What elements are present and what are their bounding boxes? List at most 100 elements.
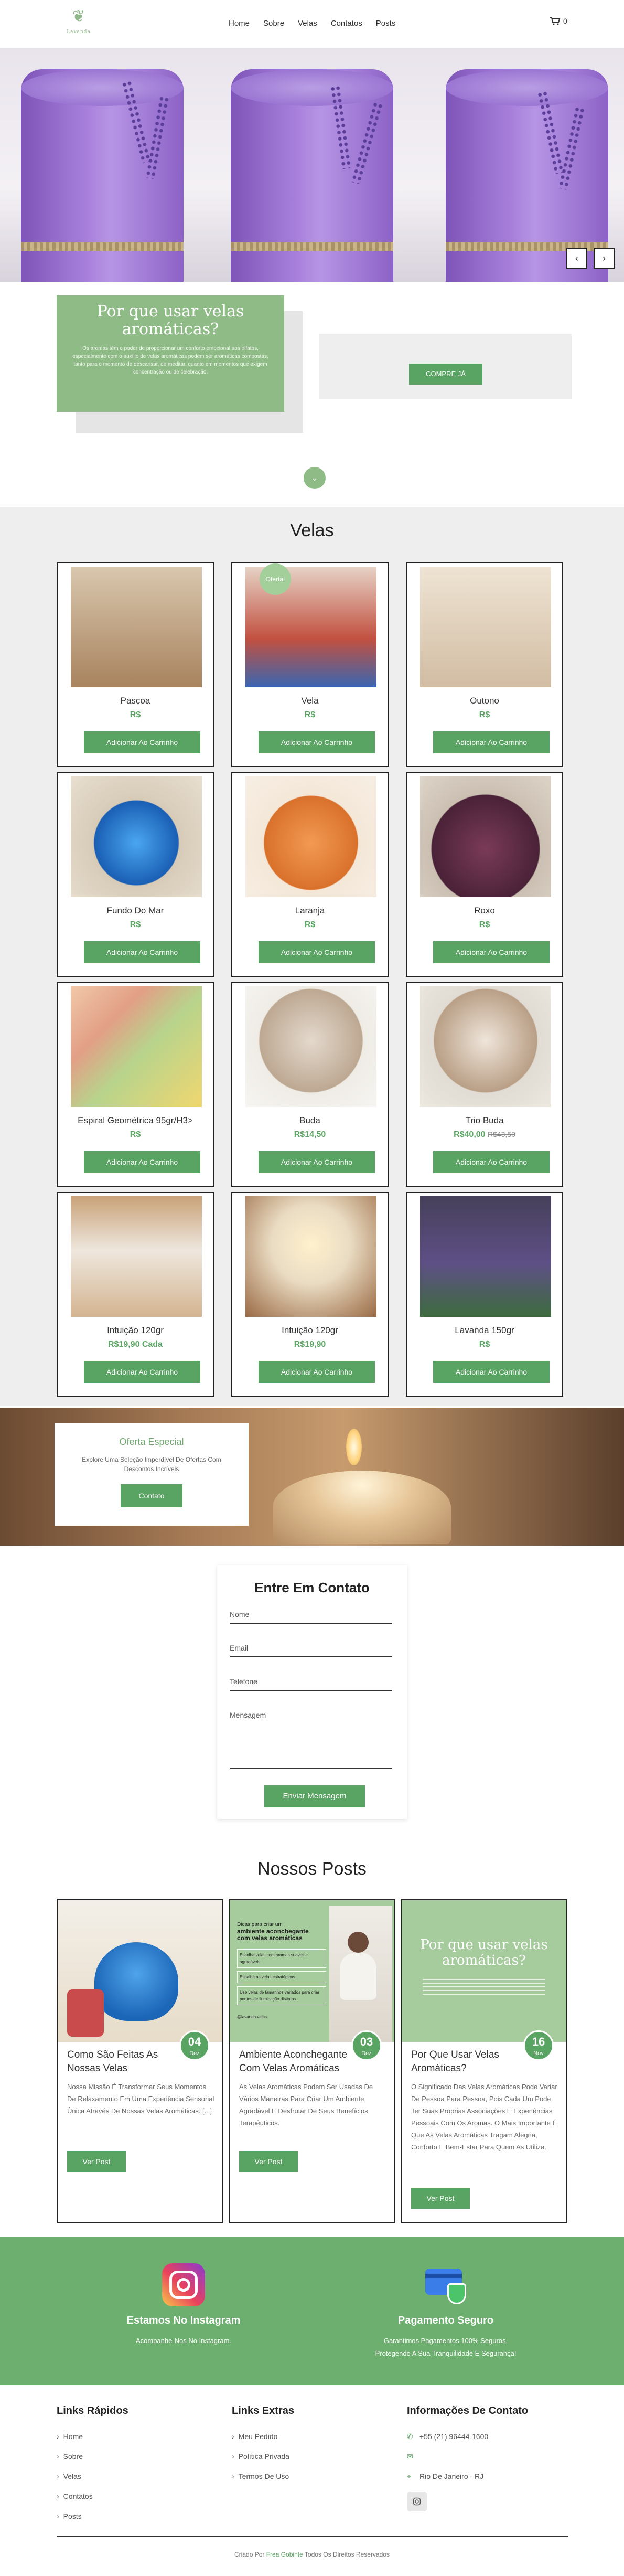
add-to-cart-button[interactable]: Adicionar Ao Carrinho	[84, 1361, 200, 1383]
product-image[interactable]	[245, 986, 376, 1107]
product-name[interactable]: Intuição 120gr	[58, 1325, 213, 1336]
product-card: Intuição 120gr R$19,90 Cada Adicionar Ao …	[57, 1192, 214, 1397]
phone-field[interactable]: Telefone	[230, 1677, 392, 1691]
product-name[interactable]: Roxo	[407, 906, 562, 916]
scroll-down-button[interactable]: ⌄	[304, 467, 326, 489]
product-image[interactable]	[71, 567, 202, 687]
intro-title: Por que usar velas aromáticas?	[96, 302, 244, 338]
footer-link-sobre[interactable]: › Sobre	[57, 2446, 128, 2466]
footer-link-home[interactable]: › Home	[57, 2426, 128, 2446]
footer-link-velas[interactable]: › Velas	[57, 2466, 128, 2486]
footer-link-politica[interactable]: › Política Privada	[232, 2446, 294, 2466]
cart-button[interactable]: 0	[550, 17, 567, 25]
footer-link-posts[interactable]: › Posts	[57, 2506, 128, 2526]
cart-icon	[550, 17, 561, 25]
footer-extra-links: Links Extras › Meu Pedido › Política Priva…	[232, 2405, 294, 2486]
footer-link-termos[interactable]: › Termos De Uso	[232, 2466, 294, 2486]
add-to-cart-button[interactable]: Adicionar Ao Carrinho	[259, 941, 375, 963]
add-to-cart-button[interactable]: Adicionar Ao Carrinho	[84, 731, 200, 753]
product-card: Oferta! Vela R$ Adicionar Ao Carrinho	[231, 562, 389, 767]
view-post-button[interactable]: Ver Post	[67, 2151, 126, 2172]
nav-posts[interactable]: Posts	[376, 19, 396, 28]
product-image[interactable]	[245, 1196, 376, 1317]
product-name[interactable]: Buda	[232, 1115, 388, 1126]
product-image[interactable]	[245, 776, 376, 897]
nav-velas[interactable]: Velas	[298, 19, 317, 28]
nav-sobre[interactable]: Sobre	[263, 19, 284, 28]
post-image[interactable]: Dicas para criar um ambiente aconchegant…	[230, 1900, 394, 2042]
hero-candle	[231, 69, 393, 282]
slider-next-button[interactable]: ›	[594, 248, 615, 269]
product-price: R$19,90	[294, 1340, 326, 1349]
product-name[interactable]: Vela	[232, 696, 388, 706]
send-message-button[interactable]: Enviar Mensagem	[264, 1785, 365, 1807]
lavender-leaf-icon: ❦	[72, 8, 85, 25]
product-image[interactable]	[420, 1196, 551, 1317]
slider-prev-button[interactable]: ‹	[566, 248, 587, 269]
product-image[interactable]	[420, 776, 551, 897]
nav-contatos[interactable]: Contatos	[331, 19, 362, 28]
main-nav: Home Sobre Velas Contatos Posts	[229, 19, 395, 28]
view-post-button[interactable]: Ver Post	[239, 2151, 298, 2172]
post-title[interactable]: Por Que Usar Velas Aromáticas?	[411, 2048, 532, 2075]
chevron-right-icon: ›	[57, 2492, 59, 2500]
author-link[interactable]: Frea Gobinte	[266, 2551, 303, 2558]
product-name[interactable]: Fundo Do Mar	[58, 906, 213, 916]
logo[interactable]: ❦ Lavanda	[62, 4, 95, 41]
add-to-cart-button[interactable]: Adicionar Ao Carrinho	[433, 731, 550, 753]
product-image[interactable]	[71, 776, 202, 897]
instagram-icon	[413, 2497, 421, 2506]
product-name[interactable]: Trio Buda	[407, 1115, 562, 1126]
offer-card: Oferta Especial Explore Uma Seleção Impe…	[55, 1423, 249, 1526]
add-to-cart-button[interactable]: Adicionar Ao Carrinho	[84, 1151, 200, 1173]
product-image[interactable]	[71, 986, 202, 1107]
product-name[interactable]: Pascoa	[58, 696, 213, 706]
product-name[interactable]: Lavanda 150gr	[407, 1325, 562, 1336]
product-name[interactable]: Laranja	[232, 906, 388, 916]
buy-now-button[interactable]: COMPRE JÁ	[409, 364, 482, 385]
footer-link-contatos[interactable]: › Contatos	[57, 2486, 128, 2506]
product-price: R$	[130, 1130, 141, 1139]
post-title[interactable]: Ambiente Aconchegante Com Velas Aromátic…	[239, 2048, 360, 2075]
footer-quick-title: Links Rápidos	[57, 2405, 128, 2417]
post-image[interactable]: Por que usar velas aromáticas?	[402, 1900, 566, 2042]
post-excerpt: As Velas Aromáticas Podem Ser Usadas De …	[239, 2083, 373, 2127]
add-to-cart-button[interactable]: Adicionar Ao Carrinho	[259, 1151, 375, 1173]
footer-email[interactable]: ✉	[407, 2446, 528, 2466]
post-image[interactable]	[58, 1900, 222, 2042]
product-price: R$	[130, 920, 141, 929]
name-field[interactable]: Nome	[230, 1610, 392, 1624]
chevron-right-icon: ›	[603, 252, 606, 263]
product-name[interactable]: Intuição 120gr	[232, 1325, 388, 1336]
add-to-cart-button[interactable]: Adicionar Ao Carrinho	[433, 1361, 550, 1383]
add-to-cart-button[interactable]: Adicionar Ao Carrinho	[259, 1361, 375, 1383]
email-field[interactable]: Email	[230, 1644, 392, 1657]
add-to-cart-button[interactable]: Adicionar Ao Carrinho	[84, 941, 200, 963]
footer-contact-info: Informações De Contato ✆ +55 (21) 96444-1…	[407, 2405, 528, 2511]
chevron-right-icon: ›	[57, 2512, 59, 2520]
post-title[interactable]: Como São Feitas As Nossas Velas	[67, 2048, 188, 2075]
nav-home[interactable]: Home	[229, 19, 250, 28]
product-image[interactable]	[420, 986, 551, 1107]
product-name[interactable]: Outono	[407, 696, 562, 706]
instagram-icon	[162, 2263, 205, 2306]
add-to-cart-button[interactable]: Adicionar Ao Carrinho	[259, 731, 375, 753]
product-name[interactable]: Espiral Geométrica 95gr/H3>	[58, 1115, 213, 1126]
add-to-cart-button[interactable]: Adicionar Ao Carrinho	[433, 1151, 550, 1173]
product-price: R$	[479, 920, 490, 929]
footer-phone[interactable]: ✆ +55 (21) 96444-1600	[407, 2426, 528, 2446]
add-to-cart-button[interactable]: Adicionar Ao Carrinho	[433, 941, 550, 963]
footer-link-meu-pedido[interactable]: › Meu Pedido	[232, 2426, 294, 2446]
product-image[interactable]	[71, 1196, 202, 1317]
message-field[interactable]: Mensagem	[230, 1711, 392, 1769]
view-post-button[interactable]: Ver Post	[411, 2188, 470, 2209]
copyright: Criado Por Frea Gobinte Todos Os Direito…	[234, 2551, 390, 2558]
post-excerpt: O Significado Das Velas Aromáticas Pode …	[411, 2083, 557, 2151]
offer-title: Oferta Especial	[119, 1436, 184, 1447]
product-image[interactable]	[420, 567, 551, 687]
footer-instagram-button[interactable]	[407, 2492, 427, 2511]
products-title: Velas	[290, 520, 334, 540]
product-card: Roxo R$ Adicionar Ao Carrinho	[406, 772, 563, 977]
chevron-right-icon: ›	[57, 2452, 59, 2461]
offer-contact-button[interactable]: Contato	[121, 1484, 182, 1507]
